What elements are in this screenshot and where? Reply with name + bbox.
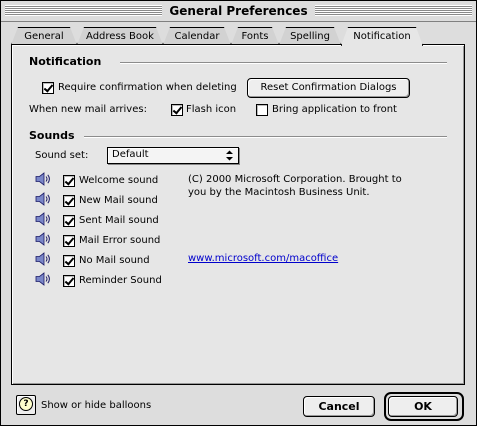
window-title: General Preferences xyxy=(162,4,315,18)
tab-fonts[interactable]: Fonts xyxy=(231,27,279,45)
new-mail-sound-checkbox[interactable] xyxy=(63,195,75,207)
flash-icon-label[interactable]: Flash icon xyxy=(186,104,236,115)
notification-divider xyxy=(120,62,447,64)
reminder-sound-checkbox[interactable] xyxy=(63,275,75,287)
help-balloon-button[interactable]: ? xyxy=(16,395,36,415)
help-balloon-icon: ? xyxy=(19,397,33,411)
speaker-icon[interactable] xyxy=(35,192,51,206)
mail-error-sound-checkbox[interactable] xyxy=(63,235,75,247)
sound-set-label: Sound set: xyxy=(35,150,89,161)
tab-general[interactable]: General xyxy=(11,27,77,45)
speaker-icon[interactable] xyxy=(35,172,51,186)
notification-heading: Notification xyxy=(29,55,102,68)
new-mail-sound-label[interactable]: New Mail sound xyxy=(79,195,158,206)
reminder-sound-label[interactable]: Reminder Sound xyxy=(79,275,162,286)
help-label: Show or hide balloons xyxy=(41,400,152,411)
reset-confirmation-dialogs-button[interactable]: Reset Confirmation Dialogs xyxy=(247,78,410,98)
title-bar[interactable]: General Preferences xyxy=(1,1,476,22)
new-mail-label: When new mail arrives: xyxy=(29,104,147,115)
require-confirmation-checkbox[interactable] xyxy=(42,82,54,94)
mail-error-sound-label[interactable]: Mail Error sound xyxy=(79,235,160,246)
bring-to-front-label[interactable]: Bring application to front xyxy=(272,104,397,115)
sound-set-value: Default xyxy=(112,149,149,160)
tab-panel: Notification Require confirmation when d… xyxy=(11,44,465,385)
tab-notification[interactable]: Notification xyxy=(341,27,423,46)
sound-set-popup[interactable]: Default xyxy=(107,147,239,164)
preferences-window: General Preferences General Address Book… xyxy=(0,0,477,426)
speaker-icon[interactable] xyxy=(35,272,51,286)
ok-button[interactable]: OK xyxy=(388,396,458,417)
speaker-icon[interactable] xyxy=(35,212,51,226)
tab-spelling[interactable]: Spelling xyxy=(279,27,341,45)
tab-calendar[interactable]: Calendar xyxy=(163,27,231,45)
sounds-heading: Sounds xyxy=(29,129,75,142)
require-confirmation-label[interactable]: Require confirmation when deleting xyxy=(58,82,237,93)
welcome-sound-checkbox[interactable] xyxy=(63,175,75,187)
speaker-icon[interactable] xyxy=(35,232,51,246)
updown-arrows-icon xyxy=(226,150,233,161)
bring-to-front-checkbox[interactable] xyxy=(256,104,268,116)
speaker-icon[interactable] xyxy=(35,252,51,266)
no-mail-sound-checkbox[interactable] xyxy=(63,255,75,267)
sounds-divider xyxy=(84,136,447,138)
cancel-button[interactable]: Cancel xyxy=(303,396,375,417)
flash-icon-checkbox[interactable] xyxy=(171,104,183,116)
no-mail-sound-label[interactable]: No Mail sound xyxy=(79,255,150,266)
macoffice-link[interactable]: www.microsoft.com/macoffice xyxy=(188,253,338,264)
sent-mail-sound-checkbox[interactable] xyxy=(63,215,75,227)
sent-mail-sound-label[interactable]: Sent Mail sound xyxy=(79,215,159,226)
copyright-text: (C) 2000 Microsoft Corporation. Brought … xyxy=(188,174,402,198)
tab-address-book[interactable]: Address Book xyxy=(77,27,163,45)
welcome-sound-label[interactable]: Welcome sound xyxy=(79,175,158,186)
